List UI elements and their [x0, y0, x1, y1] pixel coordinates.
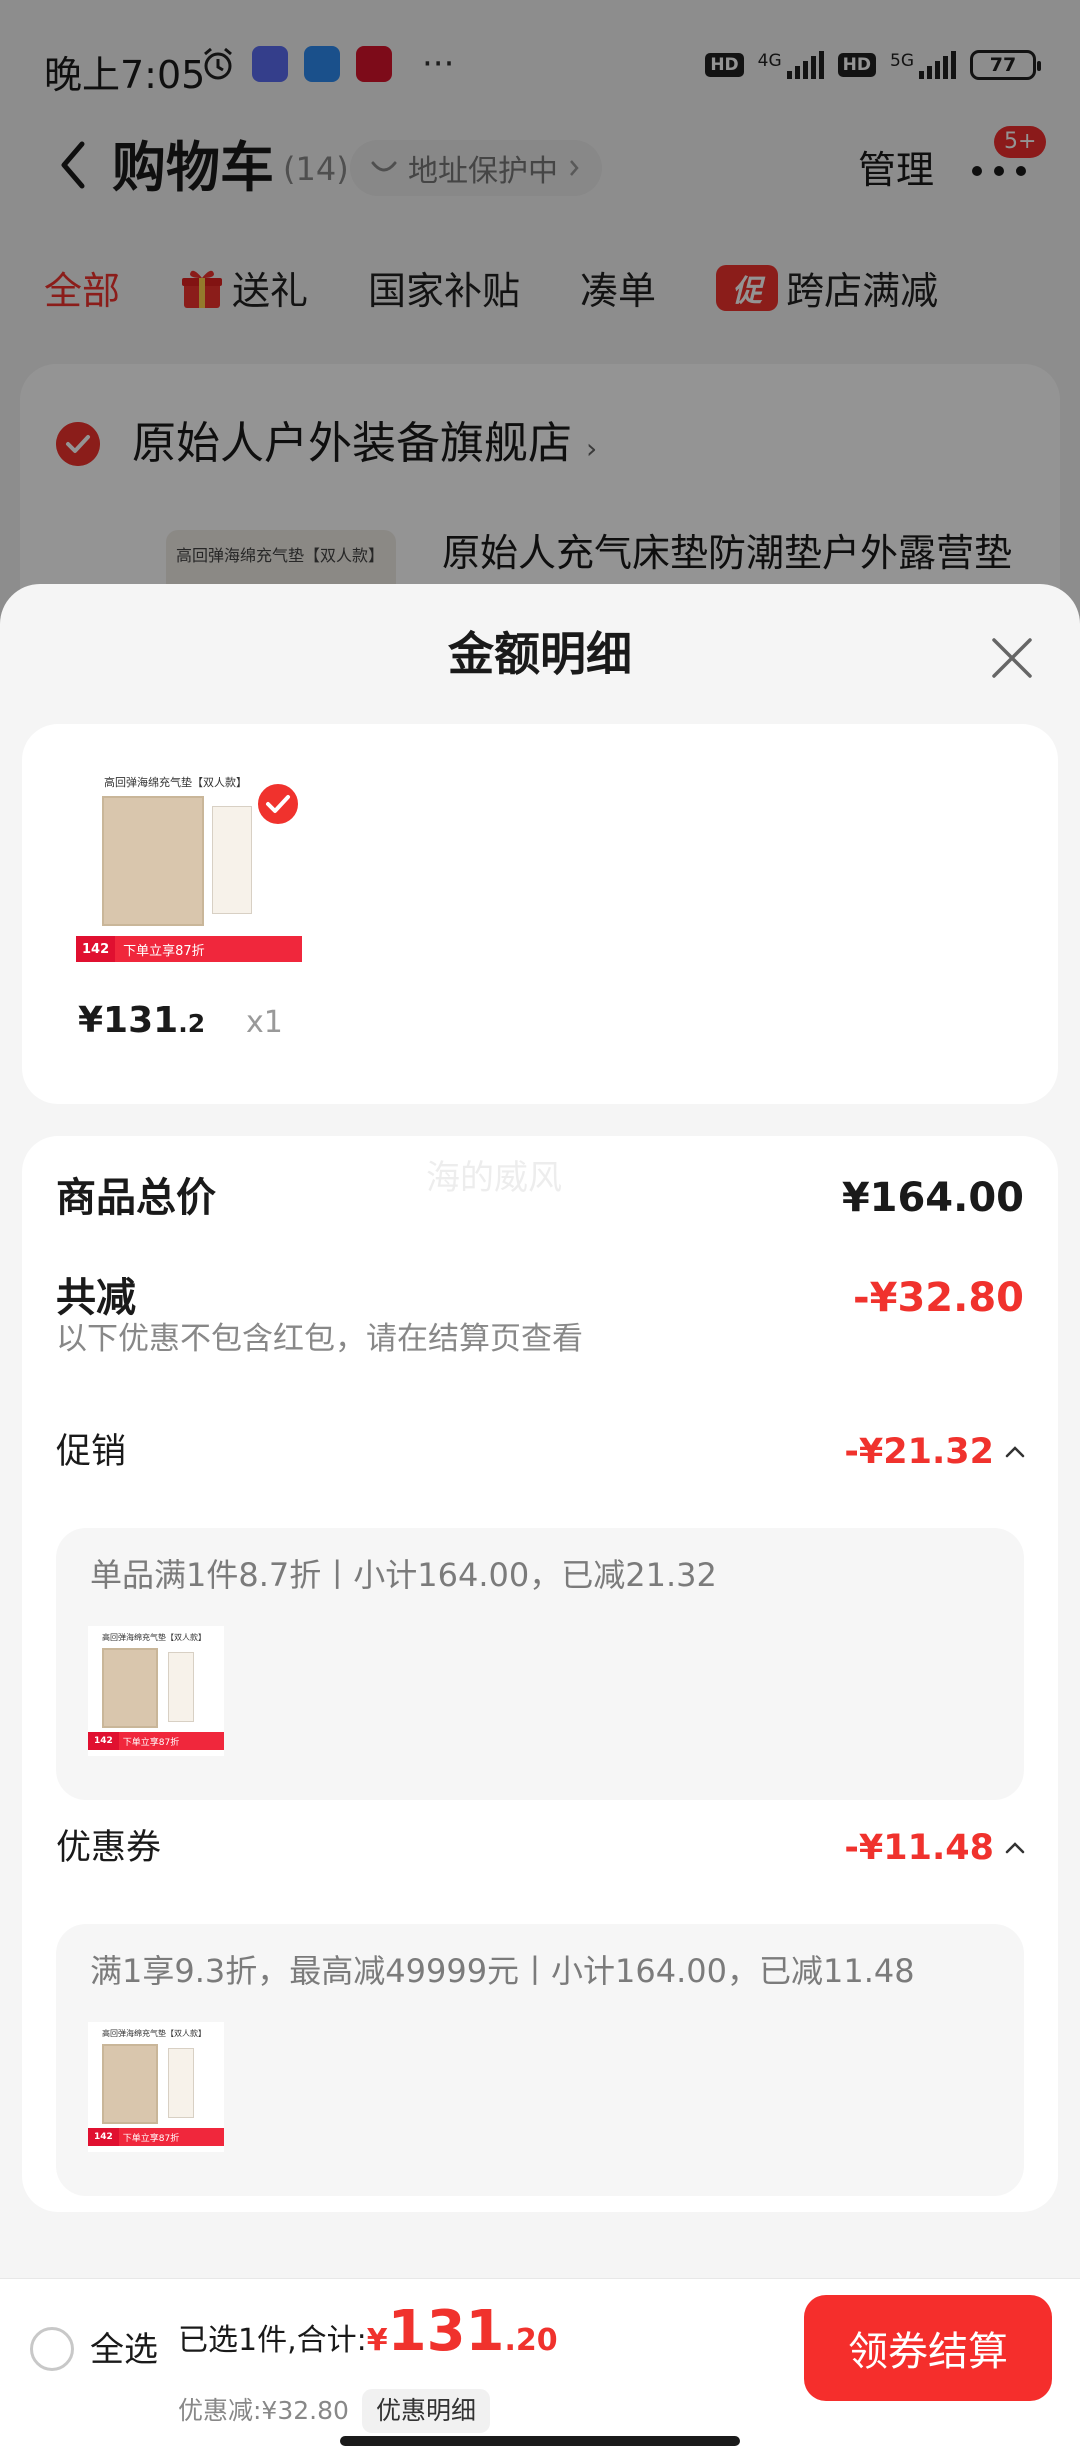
total-price-label: 商品总价 [56, 1175, 216, 1221]
sheet-title: 金额明细 [448, 627, 632, 681]
select-all-checkbox[interactable] [30, 2327, 74, 2371]
checkout-bar: 全选 已选1件,合计: ¥ 131 .20 优惠减:¥32.80 优惠明细 领券… [0, 2278, 1080, 2460]
total-price-value: ¥164.00 [841, 1175, 1024, 1221]
home-indicator[interactable] [340, 2436, 740, 2446]
promotion-detail-box: 单品满1件8.7折丨小计164.00，已减21.32 高回弹海绵充气垫【双人款】… [56, 1528, 1024, 1800]
coupon-value: -¥11.48 [844, 1828, 994, 1868]
coupon-label: 优惠券 [56, 1828, 162, 1868]
coupon-detail-box: 满1享9.3折，最高减49999元丨小计164.00，已减11.48 高回弹海绵… [56, 1924, 1024, 2196]
selection-summary: 已选1件,合计: ¥ 131 .20 [178, 2299, 558, 2364]
promotion-value: -¥21.32 [844, 1432, 994, 1472]
coupon-toggle[interactable]: -¥11.48 [844, 1822, 1026, 1874]
total-amount: 131 [387, 2299, 505, 2364]
item-price: ¥131.2 [78, 1000, 206, 1041]
watermark: 海的威风 [426, 1158, 562, 1198]
coupon-description: 满1享9.3折，最高减49999元丨小计164.00，已减11.48 [90, 1952, 915, 1990]
promotion-description: 单品满1件8.7折丨小计164.00，已减21.32 [90, 1556, 717, 1594]
promotion-product-image: 高回弹海绵充气垫【双人款】 142 下单立享87折 [88, 1626, 224, 1756]
coupon-product-image: 高回弹海绵充气垫【双人款】 142 下单立享87折 [88, 2022, 224, 2152]
select-all-label[interactable]: 全选 [90, 2325, 158, 2375]
promotion-label: 促销 [56, 1432, 127, 1472]
chevron-up-icon [1005, 1446, 1025, 1458]
chevron-up-icon [1005, 1842, 1025, 1854]
close-icon[interactable] [988, 634, 1036, 682]
price-breakdown-card: 商品总价 ¥164.00 共减 -¥32.80 以下优惠不包含红包，请在结算页查… [22, 1136, 1058, 2212]
amount-detail-sheet: 金额明细 高回弹海绵充气垫【双人款】 142 下单立享87折 ¥131.2 x1… [0, 584, 1080, 2460]
selected-check-icon [254, 780, 302, 828]
checkout-button[interactable]: 领券结算 [804, 2295, 1052, 2401]
item-quantity: x1 [246, 1005, 283, 1040]
promotion-toggle[interactable]: -¥21.32 [844, 1426, 1026, 1478]
total-reduction-value: -¥32.80 [853, 1275, 1024, 1321]
discount-note: 以下优惠不包含红包，请在结算页查看 [56, 1321, 583, 1357]
discount-detail-button[interactable]: 优惠明细 [362, 2389, 491, 2433]
product-summary-card: 高回弹海绵充气垫【双人款】 142 下单立享87折 ¥131.2 x1 [22, 724, 1058, 1104]
discount-amount: 优惠减:¥32.80 [178, 2396, 349, 2425]
